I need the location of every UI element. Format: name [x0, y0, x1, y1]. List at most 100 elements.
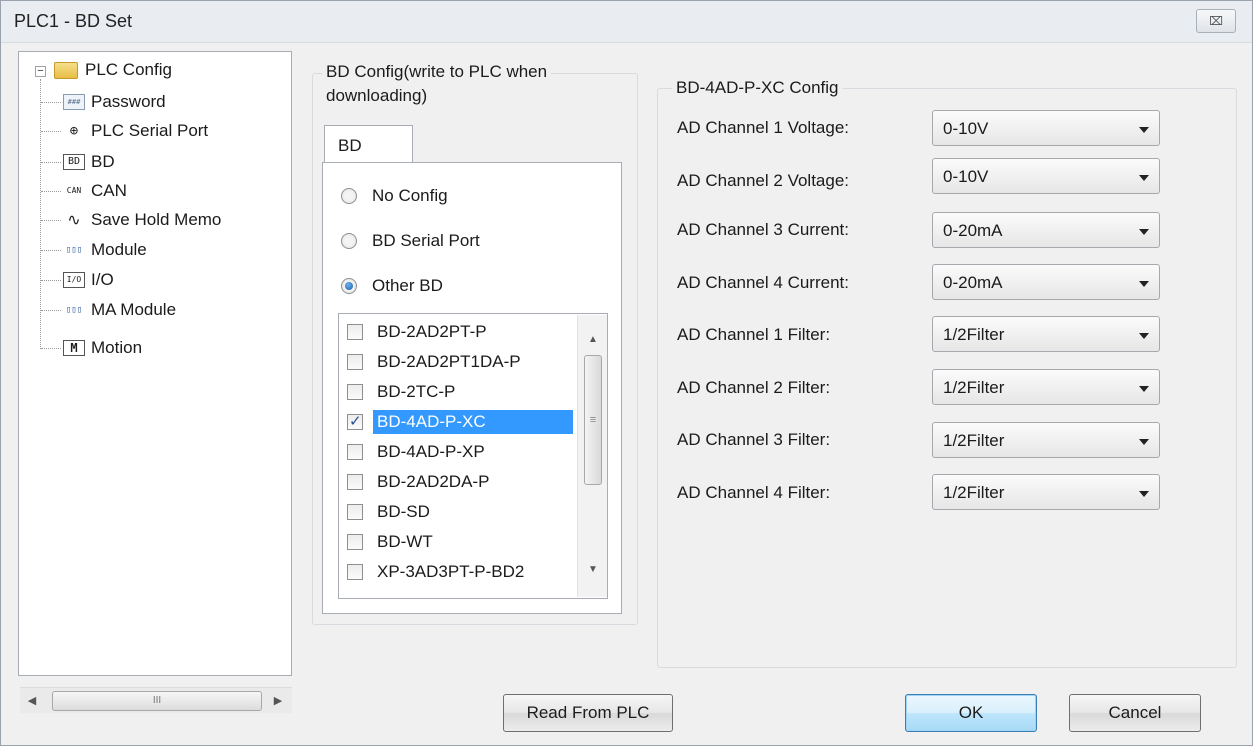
list-item[interactable]: BD-2AD2DA-P	[339, 466, 575, 497]
radio-label: No Config	[372, 186, 448, 205]
ch1-voltage-select[interactable]: 0-10V	[932, 110, 1160, 146]
list-item-label: BD-2AD2PT-P	[377, 321, 487, 341]
radio-label: BD Serial Port	[372, 231, 480, 250]
ch3-current-label: AD Channel 3 Current:	[677, 220, 849, 239]
ch3-filter-select[interactable]: 1/2Filter	[932, 422, 1160, 458]
title-bar: PLC1 - BD Set ⌧	[1, 1, 1252, 43]
radio-label: Other BD	[372, 276, 443, 295]
list-item[interactable]: BD-2TC-P	[339, 376, 575, 407]
scroll-down-icon[interactable]: ▼	[578, 561, 608, 579]
motion-icon: M	[63, 340, 85, 356]
ch4-current-select[interactable]: 0-20mA	[932, 264, 1160, 300]
ma-module-icon: ▯▯▯	[65, 305, 83, 315]
select-value: 0-20mA	[943, 273, 1003, 292]
radio-button[interactable]	[341, 188, 357, 204]
ch3-current-select[interactable]: 0-20mA	[932, 212, 1160, 248]
tree-item-save-hold-memo[interactable]: ∿ Save Hold Memo	[41, 205, 221, 235]
bd-config-title-line2: downloading)	[326, 86, 428, 105]
checkbox[interactable]	[347, 323, 363, 340]
ch1-filter-select[interactable]: 1/2Filter	[932, 316, 1160, 352]
ch2-voltage-select[interactable]: 0-10V	[932, 158, 1160, 194]
scroll-right-icon[interactable]: ▶	[270, 693, 286, 709]
chevron-down-icon	[1139, 281, 1149, 287]
ch4-filter-label: AD Channel 4 Filter:	[677, 483, 831, 502]
list-item[interactable]: BD-2AD2PT1DA-P	[339, 346, 575, 377]
checkbox[interactable]	[347, 443, 363, 460]
chevron-down-icon	[1139, 491, 1149, 497]
bd-module-list[interactable]: BD-2AD2PT-P BD-2AD2PT1DA-P BD-2TC-P BD-4…	[338, 313, 608, 599]
ch2-filter-select[interactable]: 1/2Filter	[932, 369, 1160, 405]
list-item[interactable]: BD-WT	[339, 526, 575, 557]
scroll-thumb[interactable]: ≡	[584, 355, 602, 485]
checkbox[interactable]	[347, 563, 363, 580]
config-tree[interactable]: − PLC Config ### Password ⊕ PLC Serial P…	[18, 51, 292, 713]
waveform-icon: ∿	[67, 210, 81, 229]
ch4-filter-select[interactable]: 1/2Filter	[932, 474, 1160, 510]
close-button[interactable]: ⌧	[1196, 9, 1236, 33]
list-item[interactable]: BD-4AD-P-XP	[339, 436, 575, 467]
radio-button[interactable]	[341, 233, 357, 249]
tree-item-label: BD	[91, 152, 115, 171]
tree-horizontal-scrollbar[interactable]: ◀ III ▶	[20, 687, 292, 713]
scroll-up-icon[interactable]: ▲	[578, 331, 608, 349]
window-title: PLC1 - BD Set	[14, 11, 133, 31]
tree-connector	[41, 162, 61, 163]
select-value: 0-10V	[943, 167, 989, 186]
scroll-thumb[interactable]: III	[52, 691, 262, 711]
select-value: 1/2Filter	[943, 325, 1005, 344]
collapse-icon[interactable]: −	[35, 66, 46, 77]
list-item[interactable]: XP-3AD3PT-P-BD2	[339, 556, 575, 587]
ch2-filter-label: AD Channel 2 Filter:	[677, 378, 831, 397]
cancel-button[interactable]: Cancel	[1069, 694, 1201, 732]
tab-bd[interactable]: BD	[324, 125, 413, 163]
bd-config-title-line1: BD Config(write to PLC when	[322, 61, 552, 83]
tree-item-ma-module[interactable]: ▯▯▯ MA Module	[41, 295, 176, 325]
tree-connector	[41, 220, 61, 221]
checkbox[interactable]	[347, 533, 363, 550]
radio-button-checked[interactable]	[341, 278, 357, 294]
select-value: 1/2Filter	[943, 431, 1005, 450]
tree-root-label[interactable]: PLC Config	[85, 60, 172, 80]
close-icon: ⌧	[1209, 14, 1223, 28]
list-item[interactable]: BD-SD	[339, 496, 575, 527]
list-item[interactable]: BD-2AD2PT-P	[339, 316, 575, 347]
select-value: 0-10V	[943, 119, 989, 138]
scroll-left-icon[interactable]: ◀	[24, 693, 40, 709]
chevron-down-icon	[1139, 229, 1149, 235]
ok-button[interactable]: OK	[905, 694, 1037, 732]
read-from-plc-button[interactable]: Read From PLC	[503, 694, 673, 732]
tree-connector	[41, 250, 61, 251]
radio-no-config[interactable]: No Config	[341, 186, 448, 206]
tree-item-module[interactable]: ▯▯▯ Module	[41, 235, 147, 265]
tree-item-bd[interactable]: BD BD	[41, 147, 115, 177]
tree-connector	[41, 348, 61, 349]
checkbox[interactable]	[347, 383, 363, 400]
list-vertical-scrollbar[interactable]: ▲ ≡ ▼	[577, 315, 607, 597]
list-item-label: BD-2AD2PT1DA-P	[377, 351, 521, 371]
radio-other-bd[interactable]: Other BD	[341, 276, 443, 296]
tree-item-label: CAN	[91, 181, 127, 200]
list-item-label: BD-4AD-P-XC	[373, 409, 573, 434]
tree-item-serial-port[interactable]: ⊕ PLC Serial Port	[41, 116, 208, 146]
tree-item-password[interactable]: ### Password	[41, 87, 166, 117]
tab-bd-label: BD	[338, 136, 362, 155]
checkbox[interactable]	[347, 473, 363, 490]
radio-bd-serial-port[interactable]: BD Serial Port	[341, 231, 480, 251]
ch2-voltage-label: AD Channel 2 Voltage:	[677, 171, 850, 190]
checkbox[interactable]	[347, 503, 363, 520]
select-value: 1/2Filter	[943, 483, 1005, 502]
tree-item-label: I/O	[91, 270, 114, 289]
chevron-down-icon	[1139, 333, 1149, 339]
tree-item-label: Motion	[91, 338, 143, 357]
ch4-current-label: AD Channel 4 Current:	[677, 273, 849, 292]
checkbox-checked[interactable]	[347, 412, 363, 430]
tree-item-motion[interactable]: M Motion	[41, 333, 142, 363]
list-item-selected[interactable]: BD-4AD-P-XC	[339, 406, 575, 437]
io-icon: I/O	[63, 272, 85, 288]
tree-connector	[41, 191, 61, 192]
checkbox[interactable]	[347, 353, 363, 370]
tree-item-io[interactable]: I/O I/O	[41, 265, 114, 295]
ch1-voltage-label: AD Channel 1 Voltage:	[677, 118, 850, 137]
list-item-label: BD-WT	[377, 531, 433, 551]
tree-item-can[interactable]: CAN CAN	[41, 176, 127, 206]
